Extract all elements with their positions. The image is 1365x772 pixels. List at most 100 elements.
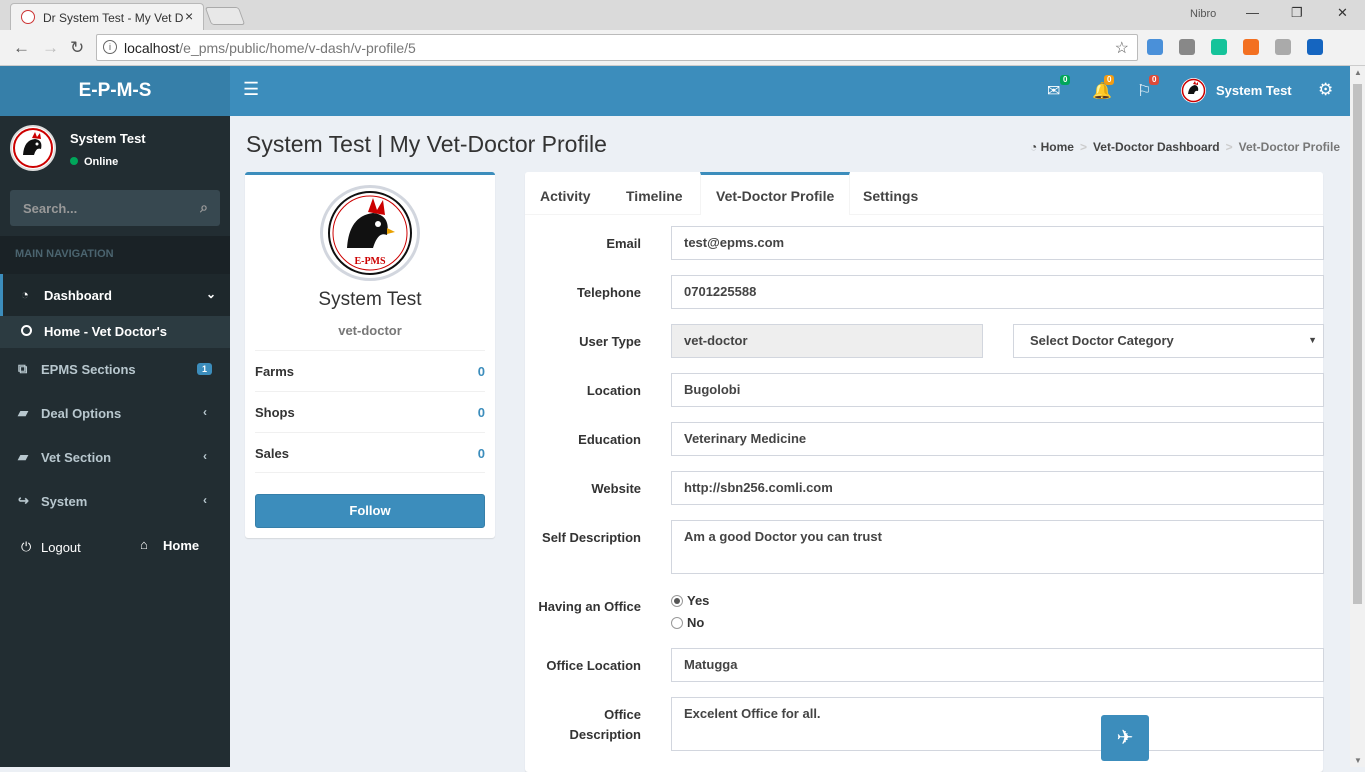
bookmark-star-icon[interactable]: ☆ xyxy=(1115,38,1129,58)
sidebar-search-input[interactable]: Search... ⌕ xyxy=(10,190,220,226)
location-field[interactable]: Bugolobi xyxy=(671,373,1324,407)
sidebar-item-system[interactable]: ↪ System ‹ xyxy=(0,480,230,524)
logout-label: Logout xyxy=(41,540,81,555)
scrollbar-thumb[interactable] xyxy=(1353,84,1362,604)
minimize-button[interactable]: — xyxy=(1246,5,1259,20)
new-tab-button[interactable] xyxy=(204,7,246,25)
doctor-category-select[interactable]: Select Doctor Category ▼ xyxy=(1013,324,1324,358)
breadcrumb-vet-dashboard[interactable]: Vet-Doctor Dashboard xyxy=(1093,140,1220,154)
self-description-label: Self Description xyxy=(542,530,641,545)
sidebar-item-label: Deal Options xyxy=(41,406,122,421)
sidebar-avatar xyxy=(10,125,56,171)
stat-value[interactable]: 0 xyxy=(478,405,485,420)
tab-activity[interactable]: Activity xyxy=(525,172,606,215)
sidebar-item-deal-options[interactable]: ▰ Deal Options ‹ xyxy=(0,392,230,436)
sidebar-item-label: EPMS Sections xyxy=(41,362,136,377)
follow-button[interactable]: Follow xyxy=(255,494,485,528)
app-logo[interactable]: E-P-M-S xyxy=(0,66,230,116)
radio-checked-icon xyxy=(671,595,683,607)
stat-farms: Farms 0 xyxy=(255,350,485,391)
stat-label: Sales xyxy=(255,446,289,461)
stat-label: Farms xyxy=(255,364,295,379)
sections-icon: ⧉ xyxy=(18,361,28,376)
office-location-field[interactable]: Matugga xyxy=(671,648,1324,682)
search-placeholder: Search... xyxy=(23,201,78,216)
sidebar: System Test Online Search... ⌕ MAIN NAVI… xyxy=(0,116,230,767)
breadcrumb-separator: > xyxy=(1225,140,1233,154)
stat-value[interactable]: 0 xyxy=(478,446,485,461)
main-header: E-P-M-S ☰ ✉ 0 🔔 0 ⚐ 0 System Test ⚙ xyxy=(0,66,1350,116)
tab-vet-doctor-profile[interactable]: Vet-Doctor Profile xyxy=(700,172,851,215)
browser-tab[interactable]: Dr System Test - My Vet D × xyxy=(10,3,204,30)
maximize-button[interactable]: ❐ xyxy=(1291,5,1303,21)
stat-label: Shops xyxy=(255,405,295,420)
scroll-up-icon[interactable]: ▲ xyxy=(1354,68,1362,77)
send-plane-button[interactable]: ✈ xyxy=(1101,715,1149,761)
settings-gear-icon[interactable]: ⚙ xyxy=(1318,80,1333,100)
self-description-textarea[interactable]: Am a good Doctor you can trust xyxy=(671,520,1324,574)
office-no-radio[interactable]: No xyxy=(671,615,704,630)
breadcrumb: ◔ Home > Vet-Doctor Dashboard > Vet-Doctor P… xyxy=(1030,140,1340,154)
browser-extension-icon[interactable] xyxy=(1211,39,1227,55)
chevron-left-icon: ‹ xyxy=(203,449,207,463)
office-yes-radio[interactable]: Yes xyxy=(671,593,709,608)
sidebar-user-name: System Test xyxy=(70,131,146,146)
office-description-label: Office Description xyxy=(569,707,641,742)
close-window-button[interactable]: ✕ xyxy=(1337,5,1348,21)
profile-image: E-PMS xyxy=(320,185,420,281)
menu-toggle-icon[interactable]: ☰ xyxy=(243,79,259,100)
messages-icon[interactable]: ✉ xyxy=(1047,81,1060,101)
tab-bar: Activity Timeline Vet-Doctor Profile Set… xyxy=(525,172,1323,215)
header-avatar[interactable] xyxy=(1181,78,1206,103)
sidebar-item-vet-section[interactable]: ▰ Vet Section ‹ xyxy=(0,436,230,480)
back-button[interactable]: ← xyxy=(13,38,30,58)
info-icon[interactable]: i xyxy=(103,40,117,54)
stat-value[interactable]: 0 xyxy=(478,364,485,379)
logo-text: E-PMS xyxy=(354,256,386,267)
url-input[interactable]: i localhost/e_pms/public/home/v-dash/v-p… xyxy=(96,34,1138,61)
breadcrumb-home[interactable]: Home xyxy=(1041,140,1074,154)
tab-close-icon[interactable]: × xyxy=(185,8,193,24)
email-field[interactable]: test@epms.com xyxy=(671,226,1324,260)
folder-icon: ▰ xyxy=(18,449,28,464)
tab-timeline[interactable]: Timeline xyxy=(611,172,698,215)
content-area: System Test | My Vet-Doctor Profile ◔ Ho… xyxy=(230,116,1350,772)
search-icon[interactable]: ⌕ xyxy=(200,199,208,216)
sidebar-subitem-label: Home - Vet Doctor's xyxy=(44,324,168,339)
sidebar-item-epms-sections[interactable]: ⧉ EPMS Sections 1 xyxy=(0,348,230,392)
sidebar-item-label: Dashboard xyxy=(44,288,112,303)
education-field[interactable]: Veterinary Medicine xyxy=(671,422,1324,456)
sections-count-badge: 1 xyxy=(197,363,213,375)
sidebar-item-label: System xyxy=(41,494,88,509)
messages-badge: 0 xyxy=(1060,75,1071,85)
tab-title: Dr System Test - My Vet D xyxy=(43,11,183,25)
user-type-field: vet-doctor xyxy=(671,324,983,358)
location-label: Location xyxy=(586,383,641,398)
website-field[interactable]: http://sbn256.comli.com xyxy=(671,471,1324,505)
home-link[interactable]: ⌂ Home xyxy=(140,524,230,568)
tab-settings[interactable]: Settings xyxy=(848,172,933,215)
office-location-label: Office Location xyxy=(546,658,641,673)
window-user-label: Nibro xyxy=(1190,8,1217,20)
user-type-label: User Type xyxy=(579,334,641,349)
scroll-down-icon[interactable]: ▼ xyxy=(1354,756,1362,765)
having-office-label: Having an Office xyxy=(538,599,641,614)
radio-unchecked-icon xyxy=(671,617,683,629)
reload-button[interactable]: ↻ xyxy=(70,38,84,58)
office-description-textarea[interactable]: Excelent Office for all. xyxy=(671,697,1324,751)
online-status: Online xyxy=(70,156,118,168)
folder-icon: ▰ xyxy=(18,405,28,420)
browser-extension-icon[interactable] xyxy=(1147,39,1163,55)
browser-extension-icon[interactable] xyxy=(1179,39,1195,55)
sidebar-item-dashboard[interactable]: ◔ Dashboard ⌄ xyxy=(0,274,230,318)
page-scrollbar[interactable]: ▲ ▼ xyxy=(1350,66,1365,767)
sidebar-subitem-home-vet[interactable]: Home - Vet Doctor's xyxy=(0,316,230,348)
forward-button[interactable]: → xyxy=(42,38,59,58)
header-user-name[interactable]: System Test xyxy=(1216,83,1292,98)
telephone-field[interactable]: 0701225588 xyxy=(671,275,1324,309)
browser-extension-icon[interactable] xyxy=(1307,39,1323,55)
browser-extension-icon[interactable] xyxy=(1275,39,1291,55)
dashboard-icon: ◔ xyxy=(1030,140,1038,154)
browser-extension-icon[interactable] xyxy=(1243,39,1259,55)
url-text: localhost/e_pms/public/home/v-dash/v-pro… xyxy=(124,40,416,56)
